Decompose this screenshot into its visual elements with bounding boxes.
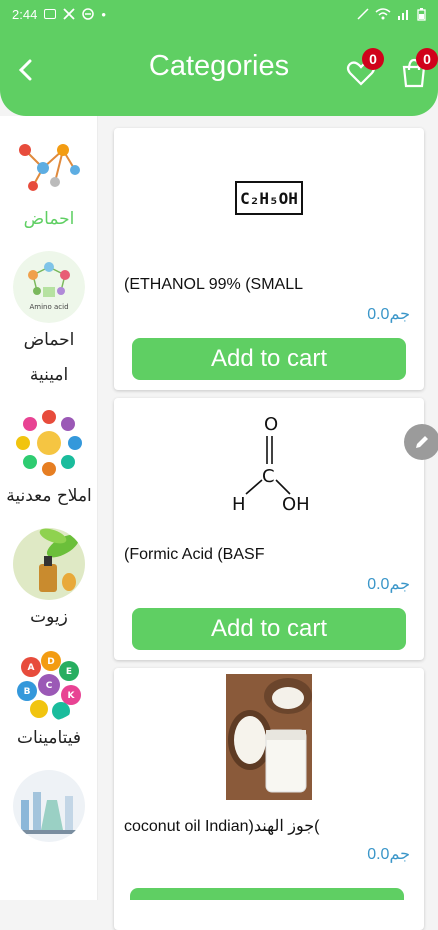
- product-card[interactable]: O C H OH (Formic Acid (BASF جم0.0 Add to…: [114, 398, 424, 660]
- sidebar-item-label: فيتامينات: [16, 728, 82, 748]
- sidebar-item-oils[interactable]: زيوت: [0, 514, 97, 635]
- coconut-photo-image: [226, 674, 312, 800]
- category-sidebar: احماض Amino acid احماض امينية املاح معدن…: [0, 116, 98, 900]
- product-name: (Formic Acid (BASF: [124, 546, 265, 563]
- cart-count-badge: 0: [416, 48, 438, 70]
- oil-bottle-icon: [13, 528, 85, 600]
- image-icon: [44, 9, 57, 19]
- add-to-cart-button[interactable]: Add to cart: [132, 338, 406, 380]
- amino-acid-icon: Amino acid: [13, 251, 85, 323]
- battery-icon: [417, 7, 426, 21]
- acid-molecule-icon: [13, 130, 85, 202]
- wishlist-button[interactable]: 0: [344, 48, 384, 88]
- mineral-salts-icon: [13, 407, 85, 479]
- product-price: جم0.0: [367, 576, 410, 593]
- signal-icon: [398, 10, 408, 20]
- lab-equipment-icon: [13, 770, 85, 842]
- sidebar-item-label: احماض: [23, 209, 75, 229]
- svg-text:C: C: [46, 681, 53, 691]
- product-price: جم0.0: [367, 846, 410, 863]
- product-name: (ETHANOL 99% (SMALL: [124, 276, 304, 293]
- svg-text:C: C: [262, 466, 275, 487]
- cart-button[interactable]: 0: [398, 48, 438, 88]
- partial-add-to-cart-button[interactable]: [130, 888, 404, 900]
- dnd-icon: [82, 8, 95, 20]
- svg-text:Amino acid: Amino acid: [29, 303, 68, 311]
- product-card[interactable]: C₂H₅OH (ETHANOL 99% (SMALL جم0.0 Add to …: [114, 128, 424, 390]
- sidebar-item-label: املاح معدنية: [6, 486, 92, 506]
- edit-fab-button[interactable]: [404, 424, 438, 460]
- svg-text:O: O: [264, 414, 278, 435]
- ethanol-formula-image: C₂H₅OH: [226, 134, 312, 260]
- wishlist-count-badge: 0: [362, 48, 384, 70]
- status-bar: 2:44 •: [0, 0, 438, 28]
- sidebar-item-vitamins[interactable]: A D E B C K فيتامينات: [0, 635, 97, 756]
- product-price: جم0.0: [367, 306, 410, 323]
- product-name: coconut oil Indian)جوز الهند(: [124, 818, 320, 835]
- app-header: Categories 0 0: [0, 28, 438, 116]
- svg-text:A: A: [28, 663, 35, 673]
- svg-text:K: K: [68, 691, 76, 701]
- sidebar-item-amino-acids[interactable]: Amino acid احماض امينية: [0, 237, 97, 393]
- svg-text:H: H: [232, 494, 246, 515]
- sidebar-item-mineral-salts[interactable]: املاح معدنية: [0, 393, 97, 514]
- svg-text:E: E: [66, 667, 72, 677]
- svg-text:OH: OH: [282, 494, 310, 515]
- wifi-icon: [375, 8, 391, 20]
- vitamins-icon: A D E B C K: [13, 649, 85, 721]
- notification-dot: •: [101, 6, 106, 22]
- svg-text:B: B: [24, 687, 31, 697]
- add-to-cart-button[interactable]: Add to cart: [132, 608, 406, 650]
- svg-text:C₂H₅OH: C₂H₅OH: [240, 189, 298, 208]
- no-data-icon: [357, 8, 369, 20]
- pencil-icon: [416, 436, 428, 448]
- formic-acid-structure-image: O C H OH: [226, 404, 312, 530]
- sidebar-item-label: زيوت: [30, 607, 68, 627]
- sidebar-item-lab-equipment[interactable]: [0, 756, 97, 842]
- missed-call-icon: [63, 8, 75, 20]
- sidebar-item-label: احماض امينية: [23, 330, 75, 385]
- status-time: 2:44: [12, 6, 38, 22]
- svg-text:D: D: [47, 657, 54, 667]
- sidebar-item-acids[interactable]: احماض: [0, 116, 97, 237]
